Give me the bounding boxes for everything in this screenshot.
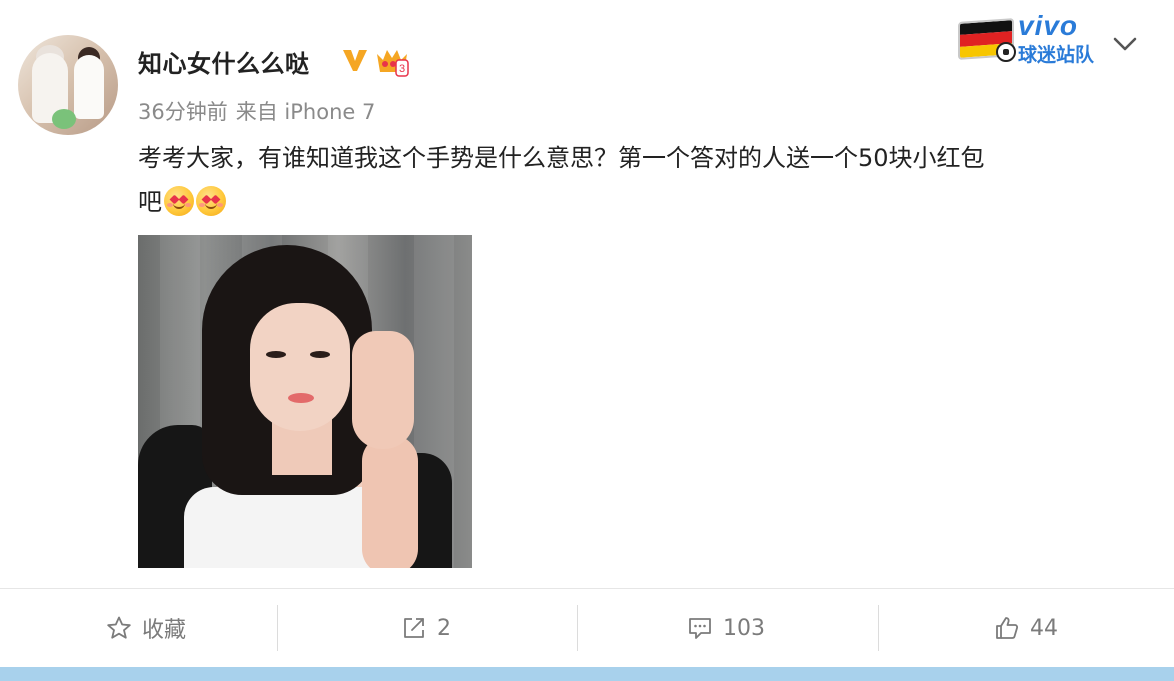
photo-raised-hand <box>352 331 414 449</box>
crown-level-badge-icon: 3 <box>377 50 409 77</box>
username[interactable]: 知心女什么么哒 <box>138 44 310 79</box>
vivo-fan-badge[interactable]: vivo 球迷站队 <box>958 10 1098 66</box>
post-meta: 36分钟前 来自 iPhone 7 <box>138 96 375 126</box>
like-count: 44 <box>1030 615 1058 641</box>
brand-subtitle: 球迷站队 <box>1018 44 1095 66</box>
repost-button[interactable]: 2 <box>280 589 572 667</box>
action-separator <box>277 605 278 651</box>
comment-button[interactable]: 103 <box>580 589 872 667</box>
avatar[interactable] <box>18 35 118 135</box>
photo-face <box>250 303 350 431</box>
bottom-bar <box>0 667 1174 681</box>
post-text-line2-wrap: 吧 <box>138 180 1138 224</box>
brand-name: vivo <box>1018 10 1079 41</box>
post-image[interactable] <box>138 235 472 568</box>
post-text: 考考大家，有谁知道我这个手势是什么意思？第一个答对的人送一个50块小红包 吧 <box>138 136 1138 224</box>
action-bar: 收藏 2 103 44 <box>0 589 1174 667</box>
favorite-label: 收藏 <box>141 618 186 643</box>
post-source-prefix: 来自 <box>235 100 278 124</box>
favorite-button[interactable]: 收藏 <box>0 589 292 667</box>
verified-v-icon <box>343 50 367 71</box>
avatar-sticker <box>52 109 76 129</box>
action-separator <box>878 605 879 651</box>
post-text-line2: 吧 <box>138 188 162 216</box>
thumbs-up-icon <box>996 617 1019 639</box>
post-time[interactable]: 36分钟前 <box>138 100 228 124</box>
star-icon <box>107 616 131 639</box>
weibo-post-card: 知心女什么么哒 3 36分钟前 来自 iPhone 7 vivo 球迷站队 考考大… <box>0 0 1174 681</box>
action-separator <box>577 605 578 651</box>
post-text-line1: 考考大家，有谁知道我这个手势是什么意思？第一个答对的人送一个50块小红包 <box>138 144 985 172</box>
comment-count: 103 <box>723 615 765 641</box>
photo-arm <box>362 435 418 568</box>
like-button[interactable]: 44 <box>880 589 1172 667</box>
avatar-figure-right <box>74 55 104 119</box>
share-icon <box>404 618 424 638</box>
soccer-ball-icon <box>996 42 1016 62</box>
heart-eyes-face-emoji-icon <box>196 186 226 216</box>
repost-count: 2 <box>437 615 451 641</box>
heart-eyes-face-emoji-icon <box>164 186 194 216</box>
badge-level-text: 3 <box>399 63 405 75</box>
chevron-down-icon[interactable] <box>1110 32 1140 56</box>
post-device: iPhone 7 <box>284 100 376 124</box>
comment-icon <box>689 618 711 639</box>
